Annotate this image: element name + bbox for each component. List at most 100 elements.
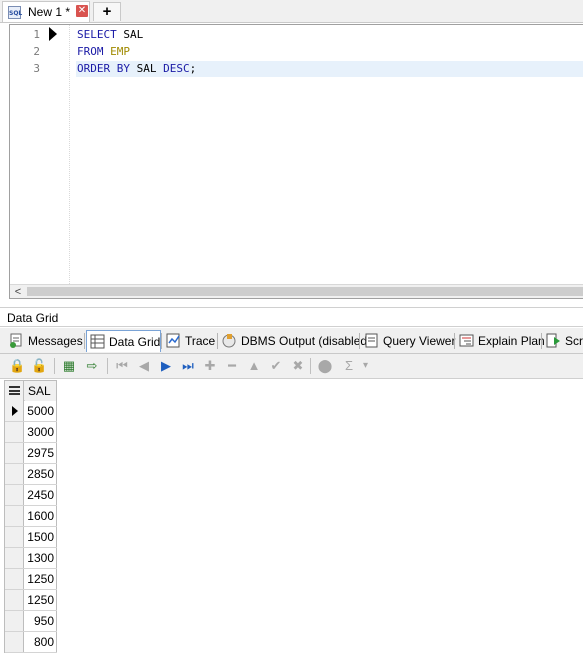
table-row[interactable]: 5000 <box>5 401 57 422</box>
cell-sal[interactable]: 2975 <box>25 443 57 463</box>
cell-sal[interactable]: 2450 <box>25 485 57 505</box>
horizontal-scrollbar[interactable]: < <box>10 284 583 298</box>
prior-record-icon[interactable]: ◀ <box>136 358 152 374</box>
row-indicator[interactable] <box>5 548 24 568</box>
cell-sal[interactable]: 5000 <box>25 401 57 421</box>
code-token: FROM <box>77 45 104 58</box>
table-row[interactable]: 2850 <box>5 464 57 485</box>
close-tab-icon[interactable]: ✕ <box>76 5 88 17</box>
tab-separator <box>217 333 218 349</box>
tab-scr[interactable]: Scr <box>543 330 583 352</box>
table-row[interactable]: 800 <box>5 632 57 653</box>
filter-icon[interactable]: ⬤ <box>317 358 333 374</box>
export-grid-icon[interactable]: ▦ <box>61 358 77 374</box>
sum-icon[interactable]: Σ <box>341 358 357 374</box>
first-record-icon[interactable]: ⏮ <box>114 358 130 374</box>
scroll-left-icon[interactable]: < <box>12 285 24 298</box>
tab-label: Query Viewer <box>383 334 456 348</box>
sql-editor[interactable]: SELECT SAL FROM EMP ORDER BY SAL DESC; < 1… <box>9 24 583 299</box>
sql-file-icon: SQL <box>8 6 22 19</box>
cancel-edit-icon[interactable]: ✖ <box>290 358 306 374</box>
last-record-icon[interactable]: ⏭ <box>180 358 196 374</box>
tab-separator <box>454 333 455 349</box>
code-line[interactable]: ORDER BY SAL DESC; <box>77 62 196 75</box>
cell-sal[interactable]: 1500 <box>25 527 57 547</box>
post-edit-icon[interactable]: ✔ <box>268 358 284 374</box>
table-row[interactable]: 2975 <box>5 443 57 464</box>
table-row[interactable]: 1250 <box>5 590 57 611</box>
row-indicator[interactable] <box>5 590 24 610</box>
cell-sal[interactable]: 1250 <box>25 569 57 589</box>
export-data-icon[interactable]: ⇨ <box>84 358 100 374</box>
tab-label: Data Grid <box>109 335 161 349</box>
code-line[interactable]: FROM EMP <box>77 45 130 58</box>
tab-separator <box>359 333 360 349</box>
cell-sal[interactable]: 800 <box>25 632 57 652</box>
toolbar-separator <box>310 358 311 374</box>
table-row[interactable]: 1300 <box>5 548 57 569</box>
cell-sal[interactable]: 2850 <box>25 464 57 484</box>
column-header-sal[interactable]: SAL <box>25 381 57 401</box>
row-indicator[interactable] <box>5 569 24 589</box>
line-number: 3 <box>33 62 40 75</box>
row-indicator[interactable] <box>5 401 24 421</box>
cell-sal[interactable]: 1600 <box>25 506 57 526</box>
line-number: 2 <box>33 45 40 58</box>
table-row[interactable]: 2450 <box>5 485 57 506</box>
line-number: 1 <box>33 28 40 41</box>
delete-record-icon[interactable]: ━ <box>224 358 240 374</box>
row-indicator[interactable] <box>5 443 24 463</box>
tab-data-grid[interactable]: Data Grid <box>86 330 161 352</box>
lock-icon[interactable]: 🔒 <box>9 358 25 374</box>
code-line[interactable]: SELECT SAL <box>77 28 143 41</box>
tab-label: New 1 * <box>28 5 71 19</box>
editor-tab-new1[interactable]: SQL New 1 * ✕ <box>2 1 90 22</box>
tab-dbms-output-disabled[interactable]: DBMS Output (disabled) <box>219 330 371 352</box>
code-token: DESC <box>163 62 190 75</box>
unlock-icon[interactable]: 🔓 <box>31 358 47 374</box>
table-row[interactable]: 3000 <box>5 422 57 443</box>
sum-dropdown-icon[interactable]: ▾ <box>361 358 370 374</box>
data-grid[interactable]: SAL 5000 3000 2975 2850 2450 1600 1500 1300 1250… <box>4 380 57 653</box>
tab-trace[interactable]: Trace <box>163 330 219 352</box>
trace-icon <box>166 333 181 348</box>
results-caption-label: Data Grid <box>7 311 59 325</box>
results-tab-strip: Messages Data Grid Trace DBMS Output (disab… <box>0 328 583 354</box>
tab-label: Trace <box>185 334 216 348</box>
code-token: SAL <box>116 28 144 41</box>
row-indicator[interactable] <box>5 527 24 547</box>
tab-separator <box>161 333 162 349</box>
edit-record-icon[interactable]: ▲ <box>246 358 262 374</box>
row-indicator[interactable] <box>5 506 24 526</box>
tab-label: Explain Plan <box>478 334 545 348</box>
table-row[interactable]: 1600 <box>5 506 57 527</box>
fold-margin <box>62 25 76 284</box>
tab-label: DBMS Output (disabled) <box>241 334 372 348</box>
row-indicator[interactable] <box>5 485 24 505</box>
table-row[interactable]: 1500 <box>5 527 57 548</box>
code-token: SAL <box>129 62 164 75</box>
table-row[interactable]: 950 <box>5 611 57 632</box>
row-indicator[interactable] <box>5 464 24 484</box>
tab-label: Messages <box>28 334 83 348</box>
tab-separator <box>541 333 542 349</box>
tab-explain-plan[interactable]: Explain Plan <box>456 330 545 352</box>
table-row[interactable]: 1250 <box>5 569 57 590</box>
tab-query-viewer[interactable]: Query Viewer <box>361 330 456 352</box>
row-indicator[interactable] <box>5 611 24 631</box>
scrollbar-thumb[interactable] <box>27 287 583 296</box>
cell-sal[interactable]: 950 <box>25 611 57 631</box>
cell-sal[interactable]: 3000 <box>25 422 57 442</box>
insert-record-icon[interactable]: ✚ <box>202 358 218 374</box>
cell-sal[interactable]: 1300 <box>25 548 57 568</box>
grid-header-indicator <box>5 381 24 401</box>
new-tab-button[interactable]: + <box>93 2 121 21</box>
code-token: EMP <box>103 45 130 58</box>
row-indicator[interactable] <box>5 632 24 652</box>
row-indicator[interactable] <box>5 422 24 442</box>
messages-icon <box>9 333 24 348</box>
next-record-icon[interactable]: ▶ <box>158 358 174 374</box>
tab-messages[interactable]: Messages <box>6 330 86 352</box>
grid-menu-icon[interactable] <box>9 386 20 395</box>
cell-sal[interactable]: 1250 <box>25 590 57 610</box>
